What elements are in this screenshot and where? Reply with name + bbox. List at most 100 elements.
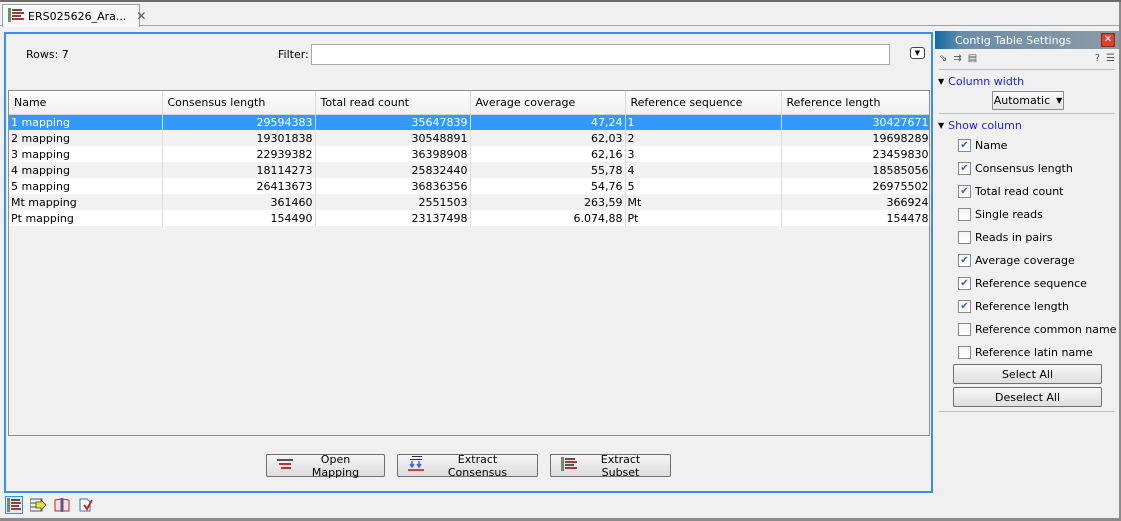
dropdown-menu-icon[interactable]: ▼ (910, 47, 925, 59)
settings-title-bar: Contig Table Settings ✕ (935, 31, 1119, 49)
divider (939, 69, 1115, 70)
table-row[interactable]: Mt mapping 361460 2551503 263,59 Mt 3669… (9, 194, 929, 210)
cell-consensus-length: 26413673 (162, 178, 316, 194)
column-header-reference-length[interactable]: Reference length (781, 91, 929, 115)
checkbox[interactable] (958, 346, 971, 359)
element-info-icon[interactable] (29, 496, 47, 514)
cell-name: Pt mapping (9, 210, 163, 226)
column-checkbox-list: ✔ Name ✔ Consensus length ✔ Total read coun… (935, 134, 1119, 364)
checkbox-label: Consensus length (975, 162, 1073, 175)
expand-icon[interactable]: ⇉ (953, 53, 961, 64)
checkbox[interactable]: ✔ (958, 139, 971, 152)
table-row[interactable]: 1 mapping 29594383 35647839 47,24 1 3042… (9, 114, 929, 130)
column-header-average-coverage[interactable]: Average coverage (470, 91, 626, 115)
column-width-select[interactable]: Automatic ▼ (992, 91, 1064, 110)
cell-reference-length: 30427671 (781, 114, 929, 130)
checkbox-label: Name (975, 139, 1008, 152)
checkbox-name[interactable]: ✔ Name (935, 134, 1119, 157)
extract-consensus-button[interactable]: Extract Consensus (397, 452, 538, 479)
checkbox-label: Reference length (975, 300, 1069, 313)
column-header-consensus-length[interactable]: Consensus length (162, 91, 316, 115)
table-row[interactable]: 5 mapping 26413673 36836356 54,76 5 2697… (9, 178, 929, 194)
table-row[interactable]: 3 mapping 22939382 36398908 62,16 3 2345… (9, 146, 929, 162)
cell-reference-length: 26975502 (781, 178, 929, 194)
checkbox[interactable] (958, 208, 971, 221)
cell-reference-sequence: Pt (625, 210, 782, 226)
table-row[interactable]: 2 mapping 19301838 30548891 62,03 2 1969… (9, 130, 929, 146)
cell-consensus-length: 18114273 (162, 162, 316, 178)
contig-table-settings-panel: Contig Table Settings ✕ ⇘ ⇉ ▤ ? ☰ ▼ Colu… (935, 31, 1119, 493)
filter-input[interactable] (311, 44, 890, 65)
table-row[interactable]: 4 mapping 18114273 25832440 55,78 4 1858… (9, 162, 929, 178)
checkbox-reference-length[interactable]: ✔ Reference length (935, 295, 1119, 318)
cell-average-coverage: 62,03 (470, 130, 626, 146)
table-row[interactable]: Pt mapping 154490 23137498 6.074,88 Pt 1… (9, 210, 929, 226)
deselect-all-button[interactable]: Deselect All (953, 387, 1102, 407)
checkbox[interactable]: ✔ (958, 277, 971, 290)
extract-subset-button[interactable]: Extract Subset (550, 453, 671, 479)
extract-consensus-icon (408, 456, 424, 475)
checkbox[interactable]: ✔ (958, 300, 971, 313)
checkbox-label: Reads in pairs (975, 231, 1053, 244)
divider (939, 411, 1115, 412)
cell-consensus-length: 361460 (162, 194, 316, 210)
column-header-total-read-count[interactable]: Total read count (315, 91, 471, 115)
checkbox-reference-sequence[interactable]: ✔ Reference sequence (935, 272, 1119, 295)
checkbox-average-coverage[interactable]: ✔ Average coverage (935, 249, 1119, 272)
settings-menu-icon[interactable]: ☰ (1106, 53, 1115, 64)
table-icon (8, 7, 24, 25)
cell-total-read-count: 35647839 (315, 114, 471, 130)
cell-name: 4 mapping (9, 162, 163, 178)
open-mapping-button[interactable]: Open Mapping (266, 453, 385, 479)
section-column-width[interactable]: ▼ Column width (935, 73, 1119, 89)
close-icon[interactable]: ✕ (1101, 33, 1115, 47)
checkbox[interactable]: ✔ (958, 185, 971, 198)
checkbox-reads-in-pairs[interactable]: Reads in pairs (935, 226, 1119, 249)
checkbox-label: Reference latin name (975, 346, 1093, 359)
checkbox[interactable] (958, 231, 971, 244)
extract-consensus-label: Extract Consensus (447, 452, 508, 479)
table-header-row: Name Consensus length Total read count A… (9, 91, 929, 115)
close-icon[interactable]: ✕ (136, 9, 146, 23)
history-book-icon[interactable] (53, 496, 71, 514)
section-show-column[interactable]: ▼ Show column (935, 117, 1119, 133)
cell-average-coverage: 263,59 (470, 194, 626, 210)
checkbox-total-read-count[interactable]: ✔ Total read count (935, 180, 1119, 203)
checkbox[interactable]: ✔ (958, 162, 971, 175)
column-width-label: Column width (948, 74, 1025, 88)
cell-average-coverage: 47,24 (470, 114, 626, 130)
contig-table-view: Rows: 7 Filter: ▼ Name Consensus length … (4, 32, 933, 493)
settings-toolbar: ⇘ ⇉ ▤ ? ☰ (935, 49, 1119, 67)
table-view-icon[interactable] (5, 496, 23, 514)
cell-total-read-count: 25832440 (315, 162, 471, 178)
rows-count: Rows: 7 (26, 48, 69, 61)
annotations-check-icon[interactable] (77, 496, 95, 514)
divider (939, 113, 1115, 114)
cell-name: 5 mapping (9, 178, 163, 194)
checkbox-label: Reference sequence (975, 277, 1087, 290)
cell-total-read-count: 36836356 (315, 178, 471, 194)
checkbox-reference-latin-name[interactable]: Reference latin name (935, 341, 1119, 364)
select-all-button[interactable]: Select All (953, 364, 1102, 384)
cell-reference-length: 154478 (781, 210, 929, 226)
column-header-name[interactable]: Name (9, 91, 163, 115)
cell-average-coverage: 54,76 (470, 178, 626, 194)
cell-average-coverage: 55,78 (470, 162, 626, 178)
checkbox-label: Average coverage (975, 254, 1075, 267)
checkbox-reference-common-name[interactable]: Reference common name (935, 318, 1119, 341)
checkbox[interactable]: ✔ (958, 254, 971, 267)
checkbox-consensus-length[interactable]: ✔ Consensus length (935, 157, 1119, 180)
checkbox[interactable] (958, 323, 971, 336)
editor-tab[interactable]: ERS025626_Ara... ✕ (2, 4, 146, 27)
collapse-icon[interactable]: ⇘ (939, 53, 947, 64)
help-icon[interactable]: ? (1095, 53, 1100, 64)
open-mapping-icon (277, 458, 293, 473)
checkbox-single-reads[interactable]: Single reads (935, 203, 1119, 226)
dock-icon[interactable]: ▤ (968, 53, 977, 64)
cell-reference-length: 366924 (781, 194, 929, 210)
cell-name: 3 mapping (9, 146, 163, 162)
cell-consensus-length: 29594383 (162, 114, 316, 130)
cell-reference-sequence: 5 (625, 178, 782, 194)
column-header-reference-sequence[interactable]: Reference sequence (625, 91, 782, 115)
cell-reference-sequence: 4 (625, 162, 782, 178)
